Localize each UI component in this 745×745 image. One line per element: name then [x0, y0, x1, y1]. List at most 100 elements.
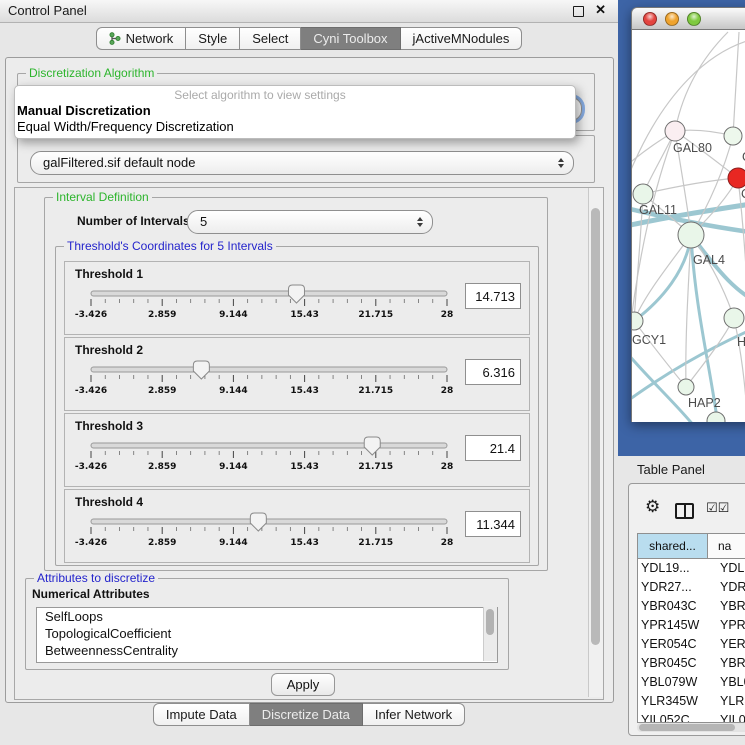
- table-panel-title: Table Panel: [637, 462, 705, 477]
- table-row[interactable]: YIL052CYIL0: [638, 711, 745, 723]
- network-edge[interactable]: [733, 32, 739, 136]
- slider-track[interactable]: [91, 367, 447, 372]
- node-gal11[interactable]: [633, 184, 653, 204]
- node-label: GAL4: [693, 253, 725, 267]
- tick-label: 21.715: [358, 386, 393, 396]
- tab-select[interactable]: Select: [240, 27, 301, 50]
- node-label: C: [741, 187, 745, 201]
- table-data-select[interactable]: galFiltered.sif default node: [30, 151, 574, 175]
- tab-infer-network[interactable]: Infer Network: [363, 703, 465, 726]
- tick-label: 15.43: [290, 462, 318, 472]
- attributes-group: Attributes to discretize Numerical Attri…: [25, 578, 509, 670]
- node-hap2[interactable]: [678, 379, 694, 395]
- tick-label: 2.859: [148, 386, 176, 396]
- network-window-titlebar[interactable]: [631, 7, 745, 30]
- table-cell: YER054C: [638, 635, 711, 654]
- group-label: Discretization Algorithm: [26, 66, 157, 80]
- attributes-list-scrollbar[interactable]: [483, 607, 497, 661]
- slider-thumb[interactable]: [364, 437, 380, 455]
- node-bottom[interactable]: [707, 412, 725, 422]
- table-hscrollbar[interactable]: [637, 723, 745, 732]
- node-gal4[interactable]: [678, 222, 704, 248]
- node-gal80[interactable]: [665, 121, 685, 141]
- gear-icon[interactable]: ⚙: [645, 497, 660, 517]
- network-view-window: GAL80GACGAL11GAL4GCY1HHAP2: [631, 7, 745, 421]
- slider-thumb[interactable]: [288, 285, 304, 303]
- checkbox-icons[interactable]: ☑☑: [706, 501, 729, 516]
- node-label: GAL80: [673, 141, 712, 155]
- tick-label: 2.859: [148, 462, 176, 472]
- table-row[interactable]: YBL079WYBL0: [638, 673, 745, 692]
- threshold-slider[interactable]: -3.4262.8599.14415.4321.71528: [67, 282, 463, 326]
- table-cell: YDR2: [711, 578, 745, 597]
- network-edge[interactable]: [632, 131, 675, 330]
- threshold-label: Threshold 1: [75, 267, 143, 281]
- table-cell: YDR27...: [638, 578, 711, 597]
- scrollbar-thumb[interactable]: [639, 724, 735, 731]
- table-row[interactable]: YDR27...YDR2: [638, 578, 745, 597]
- slider-track[interactable]: [91, 291, 447, 296]
- list-item[interactable]: SelfLoops: [37, 608, 497, 625]
- threshold-value-field[interactable]: [465, 511, 521, 537]
- column-header[interactable]: na: [708, 534, 745, 558]
- table-panel: ⚙ ☑☑ shared...na YDL19...YDL1YDR27...YDR…: [628, 483, 745, 736]
- algorithm-menu-item[interactable]: Manual Discretization: [15, 103, 575, 119]
- tick-label: 2.859: [148, 538, 176, 548]
- tick-label: 28: [441, 386, 454, 396]
- close-icon[interactable]: ✕: [595, 2, 606, 18]
- slider-track[interactable]: [91, 519, 447, 524]
- threshold-slider[interactable]: -3.4262.8599.14415.4321.71528: [67, 434, 463, 478]
- minimize-traffic-light-icon[interactable]: [665, 12, 679, 26]
- table-cell: YBR0: [711, 654, 745, 673]
- slider-track[interactable]: [91, 443, 447, 448]
- tab-cyni-toolbox[interactable]: Cyni Toolbox: [301, 27, 400, 50]
- tick-label: 9.144: [219, 538, 247, 548]
- network-edge[interactable]: [675, 32, 728, 131]
- tab-impute-data[interactable]: Impute Data: [153, 703, 250, 726]
- network-canvas[interactable]: GAL80GACGAL11GAL4GCY1HHAP2: [631, 30, 745, 422]
- split-view-icon[interactable]: [675, 503, 694, 519]
- threshold-value-field[interactable]: [465, 435, 521, 461]
- node-attribute-table: shared...na YDL19...YDL1YDR27...YDR2YBR0…: [637, 533, 745, 723]
- network-edge[interactable]: [643, 131, 675, 194]
- slider-thumb[interactable]: [193, 361, 209, 379]
- settings-scrollbar[interactable]: [588, 188, 603, 697]
- node-red[interactable]: [728, 168, 745, 188]
- node-top-right[interactable]: [724, 127, 742, 145]
- number-of-intervals-select[interactable]: 5: [187, 210, 433, 234]
- tick-label: 15.43: [290, 310, 318, 320]
- tab-discretize-data[interactable]: Discretize Data: [250, 703, 363, 726]
- node-h[interactable]: [724, 308, 744, 328]
- table-row[interactable]: YDL19...YDL1: [638, 559, 745, 578]
- scrollbar-thumb[interactable]: [591, 208, 600, 645]
- tab-style[interactable]: Style: [186, 27, 240, 50]
- numerical-attributes-list[interactable]: SelfLoopsTopologicalCoefficientBetweenne…: [36, 607, 498, 663]
- algorithm-menu-item[interactable]: Equal Width/Frequency Discretization: [15, 119, 575, 135]
- threshold-slider[interactable]: -3.4262.8599.14415.4321.71528: [67, 358, 463, 402]
- tab-network[interactable]: Network: [96, 27, 187, 50]
- list-item[interactable]: BetweennessCentrality: [37, 642, 497, 659]
- threshold-value-field[interactable]: [465, 359, 521, 385]
- network-edge[interactable]: [632, 38, 745, 182]
- table-row[interactable]: YPR145WYPR1: [638, 616, 745, 635]
- table-row[interactable]: YER054CYER0: [638, 635, 745, 654]
- threshold-label: Threshold 3: [75, 419, 143, 433]
- table-row[interactable]: YLR345WYLR3: [638, 692, 745, 711]
- table-cell: YLR345W: [638, 692, 711, 711]
- table-row[interactable]: YBR043CYBR0: [638, 597, 745, 616]
- list-item[interactable]: TopologicalCoefficient: [37, 625, 497, 642]
- table-header-row: shared...na: [638, 534, 745, 559]
- close-traffic-light-icon[interactable]: [643, 12, 657, 26]
- float-window-icon[interactable]: [573, 6, 584, 17]
- table-row[interactable]: YBR045CYBR0: [638, 654, 745, 673]
- zoom-traffic-light-icon[interactable]: [687, 12, 701, 26]
- slider-thumb[interactable]: [250, 513, 266, 531]
- node-label: GAL11: [639, 203, 677, 217]
- tab-jactivemnodules[interactable]: jActiveMNodules: [401, 27, 523, 50]
- table-cell: YBL0: [711, 673, 745, 692]
- threshold-slider[interactable]: -3.4262.8599.14415.4321.71528: [67, 510, 463, 554]
- apply-button[interactable]: Apply: [271, 673, 335, 696]
- network-edge[interactable]: [634, 321, 686, 387]
- column-header[interactable]: shared...: [638, 534, 708, 558]
- threshold-value-field[interactable]: [465, 283, 521, 309]
